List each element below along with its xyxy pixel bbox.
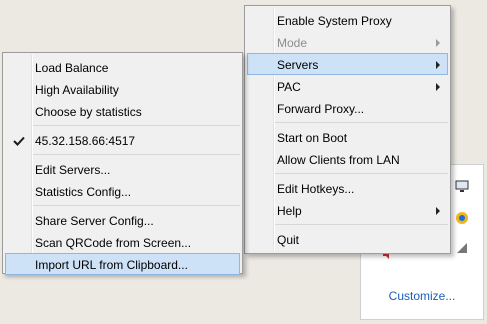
menu-item-label: PAC	[277, 80, 301, 94]
menu-item-high-availability[interactable]: High Availability	[5, 78, 240, 100]
menu-separator	[33, 151, 242, 158]
submenu-arrow-icon	[436, 39, 440, 47]
menu-item-label: Start on Boot	[277, 131, 348, 145]
menu-separator	[275, 119, 450, 126]
menu-separator	[275, 170, 450, 177]
network-icon[interactable]	[455, 241, 469, 255]
menu-item-label: Servers	[277, 58, 319, 72]
menu-item-load-balance[interactable]: Load Balance	[5, 56, 240, 78]
tray-context-menu: Enable System Proxy Mode Servers PAC For…	[244, 5, 451, 254]
menu-item-label: 45.32.158.66:4517	[35, 134, 136, 148]
menu-item-label: Help	[277, 204, 302, 218]
menu-item-label: Statistics Config...	[35, 185, 132, 199]
menu-item-label: Allow Clients from LAN	[277, 153, 400, 167]
menu-separator	[275, 221, 450, 228]
menu-item-allow-clients-from-lan[interactable]: Allow Clients from LAN	[247, 148, 448, 170]
menu-item-import-url-from-clipboard[interactable]: Import URL from Clipboard...	[5, 253, 240, 275]
menu-item-label: Forward Proxy...	[277, 102, 365, 116]
menu-item-label: Share Server Config...	[35, 214, 154, 228]
menu-item-edit-hotkeys[interactable]: Edit Hotkeys...	[247, 177, 448, 199]
menu-item-label: Load Balance	[35, 61, 109, 75]
menu-item-statistics-config[interactable]: Statistics Config...	[5, 180, 240, 202]
menu-item-edit-servers[interactable]: Edit Servers...	[5, 158, 240, 180]
menu-item-mode[interactable]: Mode	[247, 31, 448, 53]
menu-item-enable-system-proxy[interactable]: Enable System Proxy	[247, 9, 448, 31]
menu-item-scan-qrcode[interactable]: Scan QRCode from Screen...	[5, 231, 240, 253]
menu-item-label: Edit Hotkeys...	[277, 182, 355, 196]
submenu-arrow-icon	[436, 61, 440, 69]
menu-item-servers[interactable]: Servers	[247, 53, 448, 75]
colorful-tray-icon[interactable]	[455, 211, 469, 225]
menu-item-label: Enable System Proxy	[277, 14, 392, 28]
menu-separator	[33, 122, 242, 129]
menu-item-help[interactable]: Help	[247, 199, 448, 221]
menu-item-label: Quit	[277, 233, 300, 247]
menu-item-quit[interactable]: Quit	[247, 228, 448, 250]
customize-link[interactable]: Customize...	[361, 289, 483, 303]
checkmark-icon	[11, 130, 27, 152]
menu-item-label: Mode	[277, 36, 308, 50]
menu-item-choose-by-statistics[interactable]: Choose by statistics	[5, 100, 240, 122]
menu-item-pac[interactable]: PAC	[247, 75, 448, 97]
servers-submenu: Load Balance High Availability Choose by…	[2, 52, 243, 275]
menu-item-label: Choose by statistics	[35, 105, 142, 119]
monitor-icon[interactable]	[455, 179, 469, 193]
menu-item-server-entry[interactable]: 45.32.158.66:4517	[5, 129, 240, 151]
menu-item-forward-proxy[interactable]: Forward Proxy...	[247, 97, 448, 119]
menu-item-label: High Availability	[35, 83, 119, 97]
menu-item-share-server-config[interactable]: Share Server Config...	[5, 209, 240, 231]
menu-separator	[33, 202, 242, 209]
menu-item-label: Edit Servers...	[35, 163, 111, 177]
menu-item-start-on-boot[interactable]: Start on Boot	[247, 126, 448, 148]
submenu-arrow-icon	[436, 83, 440, 91]
submenu-arrow-icon	[436, 207, 440, 215]
menu-item-label: Import URL from Clipboard...	[35, 258, 188, 272]
menu-item-label: Scan QRCode from Screen...	[35, 236, 192, 250]
